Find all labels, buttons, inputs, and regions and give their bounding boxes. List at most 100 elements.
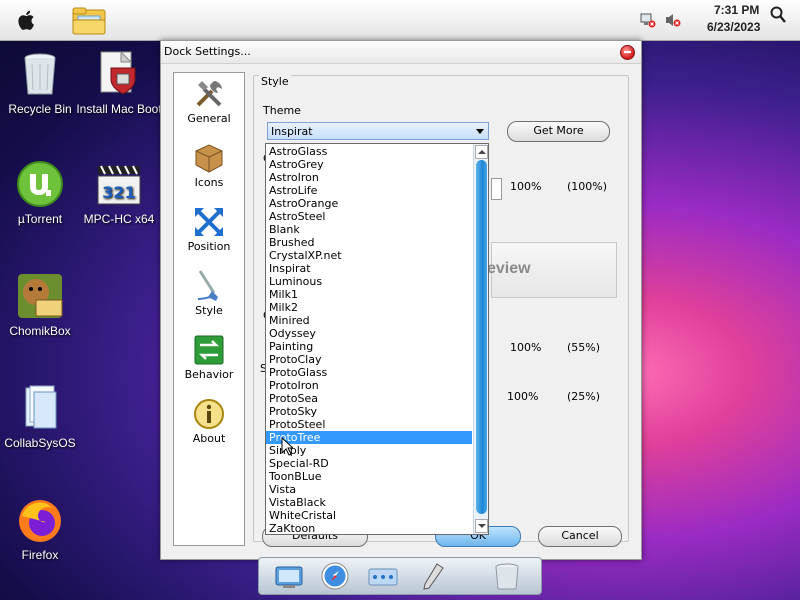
theme-option[interactable]: AstroIron [266,171,472,184]
scroll-thumb[interactable] [476,160,487,514]
size-percent: 100% [510,180,542,193]
shadow-percent: 100% [507,390,539,403]
desktop-icon-label: µTorrent [17,212,63,226]
theme-option[interactable]: CrystalXP.net [266,249,472,262]
firefox-icon [16,496,64,544]
theme-option[interactable]: Luminous [266,275,472,288]
theme-label: Theme [263,104,301,117]
desktop-icon-recycle-bin[interactable]: Recycle Bin [0,50,85,117]
desktop-icon-collabsysos[interactable]: CollabSysOS [0,384,85,451]
desktop-icon-mpc-hc[interactable]: 321 MPC-HC x64 [74,160,164,227]
volume-muted-tray-icon[interactable] [665,12,681,28]
install-mac-boot-icon [95,50,143,98]
theme-option[interactable]: Minired [266,314,472,327]
scroll-up-button[interactable] [475,145,488,159]
theme-option[interactable]: AstroGlass [266,145,472,158]
theme-option[interactable]: Vista [266,483,472,496]
chevron-down-icon [476,129,484,134]
desktop-icon-label: ChomikBox [9,324,71,338]
nav-item-position[interactable]: Position [174,205,244,253]
theme-dropdown-list: AstroGlass AstroGrey AstroIron AstroLife Ast… [265,143,489,535]
box-icon [195,144,223,173]
svg-text:321: 321 [102,183,135,202]
utorrent-icon [16,160,64,208]
theme-option[interactable]: Inspirat [266,262,472,275]
desktop-icon-utorrent[interactable]: µTorrent [0,160,85,227]
theme-option[interactable]: ProtoIron [266,379,472,392]
theme-option[interactable]: Simply [266,444,472,457]
desktop-icon-label: Firefox [21,548,59,562]
settings-nav: General Icons Position Style Behavior Ab… [173,72,245,546]
desktop-icon-label: Recycle Bin [8,102,72,116]
get-more-button[interactable]: Get More [507,121,610,142]
nav-item-icons[interactable]: Icons [174,141,244,189]
nav-label: Behavior [184,368,234,381]
theme-option[interactable]: AstroLife [266,184,472,197]
style-legend: Style [259,75,291,88]
opacity-percent-paren: (55%) [567,341,601,354]
nav-label: Style [195,304,223,317]
apple-icon[interactable] [17,9,37,31]
theme-option[interactable]: Milk2 [266,301,472,314]
safari-icon[interactable] [319,561,351,591]
close-icon[interactable] [620,45,635,60]
search-icon[interactable] [770,6,786,24]
clock-date[interactable]: 6/23/2023 [707,20,760,34]
theme-option[interactable]: AstroOrange [266,197,472,210]
theme-option[interactable]: Odyssey [266,327,472,340]
theme-option[interactable]: AstroGrey [266,158,472,171]
opacity-percent: 100% [510,341,542,354]
tools-icon [196,81,222,107]
theme-option[interactable]: ProtoSteel [266,418,472,431]
nav-item-style[interactable]: Style [174,269,244,317]
arrows-icon [195,208,223,236]
collabsysos-icon [16,384,64,432]
desktop-icon-chomikbox[interactable]: ChomikBox [0,272,85,339]
dialog-title: Dock Settings... [164,45,251,58]
dialog-titlebar[interactable]: Dock Settings... [161,41,641,64]
brush-icon [197,270,218,301]
theme-option[interactable]: VistaBlack [266,496,472,509]
cancel-button[interactable]: Cancel [538,526,622,547]
desktop-icon-install-mac-boot[interactable]: Install Mac Boot [74,50,164,117]
theme-option[interactable]: Painting [266,340,472,353]
size-percent-paren: (100%) [567,180,608,193]
theme-dropdown-value: Inspirat [271,125,313,138]
pen-icon[interactable] [417,561,449,591]
theme-option[interactable]: AstroSteel [266,210,472,223]
list-scrollbar[interactable] [473,144,488,534]
clock-time[interactable]: 7:31 PM [714,3,759,17]
slider-thumb[interactable] [491,178,502,200]
mouse-cursor-icon [281,437,293,456]
theme-option[interactable]: ProtoClay [266,353,472,366]
desktop-icon-label: CollabSysOS [4,436,76,450]
folder-icon[interactable] [72,6,106,36]
theme-option[interactable]: Blank [266,223,472,236]
nav-label: Icons [194,176,224,189]
info-icon [194,399,224,429]
theme-option[interactable]: ProtoSky [266,405,472,418]
theme-option[interactable]: ProtoTree [266,431,472,444]
behavior-icon [194,335,224,365]
nav-label: About [192,432,226,445]
nav-item-about[interactable]: About [174,397,244,445]
nav-label: General [187,112,231,125]
theme-dropdown[interactable]: Inspirat [267,122,489,140]
theme-option[interactable]: Milk1 [266,288,472,301]
screen-icon[interactable] [367,561,399,591]
trash-icon[interactable] [491,561,523,591]
theme-option[interactable]: ToonBLue [266,470,472,483]
theme-option[interactable]: Brushed [266,236,472,249]
desktop-icon-firefox[interactable]: Firefox [0,496,85,563]
finder-icon[interactable] [273,561,305,591]
theme-option[interactable]: WhiteCristal [266,509,472,522]
theme-option[interactable]: Special-RD [266,457,472,470]
scroll-down-button[interactable] [475,519,488,533]
theme-option[interactable]: ProtoGlass [266,366,472,379]
theme-option[interactable]: ProtoSea [266,392,472,405]
nav-item-behavior[interactable]: Behavior [174,333,244,381]
network-tray-icon[interactable] [640,12,656,28]
nav-item-general[interactable]: General [174,77,244,125]
desktop-icon-label: MPC-HC x64 [83,212,155,226]
theme-option[interactable]: ZaKtoon [266,522,472,534]
